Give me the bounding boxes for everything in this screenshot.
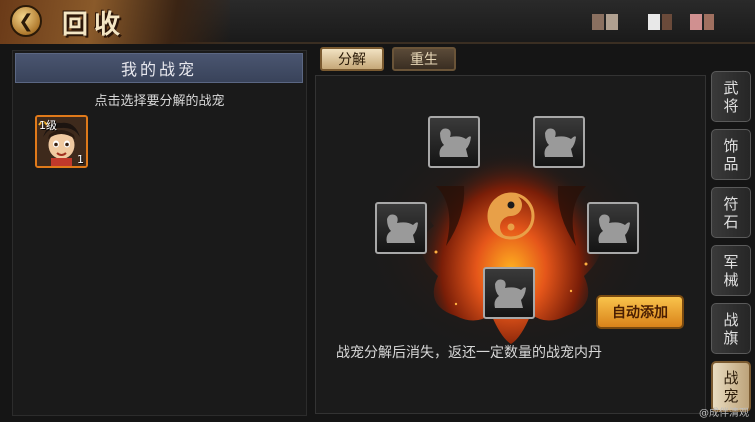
obscured-info (662, 14, 672, 30)
select-hint: 点击选择要分解的战宠 (94, 94, 225, 109)
tab-rebirth-label: 重生 (410, 52, 438, 68)
tab-decompose-label: 分解 (338, 52, 366, 68)
obscured-info (648, 14, 660, 30)
pet-silhouette-icon (439, 128, 471, 157)
obscured-info (592, 14, 604, 30)
pet-slot-2[interactable] (533, 116, 585, 168)
pet-silhouette-icon (386, 214, 418, 243)
side-tab-label: 战旗 (723, 310, 739, 347)
decompose-description: 战宠分解后消失，返还一定数量的战宠内丹 (336, 345, 602, 361)
side-tab-label: 饰品 (723, 136, 739, 173)
pet-slot-5[interactable] (483, 267, 535, 319)
side-tab-armament[interactable]: 军械 (711, 245, 751, 296)
pet-slot-4[interactable] (587, 202, 639, 254)
pet-level: 1级 (39, 119, 57, 132)
watermark: @成伴清观 (699, 408, 749, 419)
obscured-info (690, 14, 702, 30)
obscured-info (606, 14, 618, 30)
auto-add-button[interactable]: 自动添加 (596, 295, 684, 329)
my-pets-panel: 我的战宠 点击选择要分解的战宠 1级 1 (12, 50, 307, 416)
my-pets-title: 我的战宠 (15, 53, 303, 83)
pet-silhouette-icon (598, 214, 630, 243)
decompose-panel: 自动添加 战宠分解后消失，返还一定数量的战宠内丹 (315, 75, 706, 414)
pet-card[interactable]: 1级 1 (35, 115, 88, 168)
auto-add-label: 自动添加 (612, 305, 668, 321)
side-tab-accessory[interactable]: 饰品 (711, 129, 751, 180)
side-tab-general[interactable]: 武将 (711, 71, 751, 122)
tab-rebirth[interactable]: 重生 (392, 47, 456, 71)
page-title: 回收 (62, 10, 127, 40)
pet-silhouette-icon (494, 279, 526, 308)
tab-decompose[interactable]: 分解 (320, 47, 384, 71)
side-tab-rune[interactable]: 符石 (711, 187, 751, 238)
side-tab-banner[interactable]: 战旗 (711, 303, 751, 354)
side-tab-label: 符石 (723, 194, 739, 231)
pet-slot-1[interactable] (428, 116, 480, 168)
obscured-info (704, 14, 714, 30)
side-tab-label: 战宠 (723, 368, 739, 405)
side-tab-label: 军械 (723, 252, 739, 289)
pet-silhouette-icon (544, 128, 576, 157)
pet-count: 1 (77, 153, 84, 166)
pet-slot-3[interactable] (375, 202, 427, 254)
side-tab-label: 武将 (723, 78, 739, 115)
back-button[interactable]: ❮ (10, 5, 42, 37)
back-arrow-icon: ❮ (18, 10, 34, 32)
